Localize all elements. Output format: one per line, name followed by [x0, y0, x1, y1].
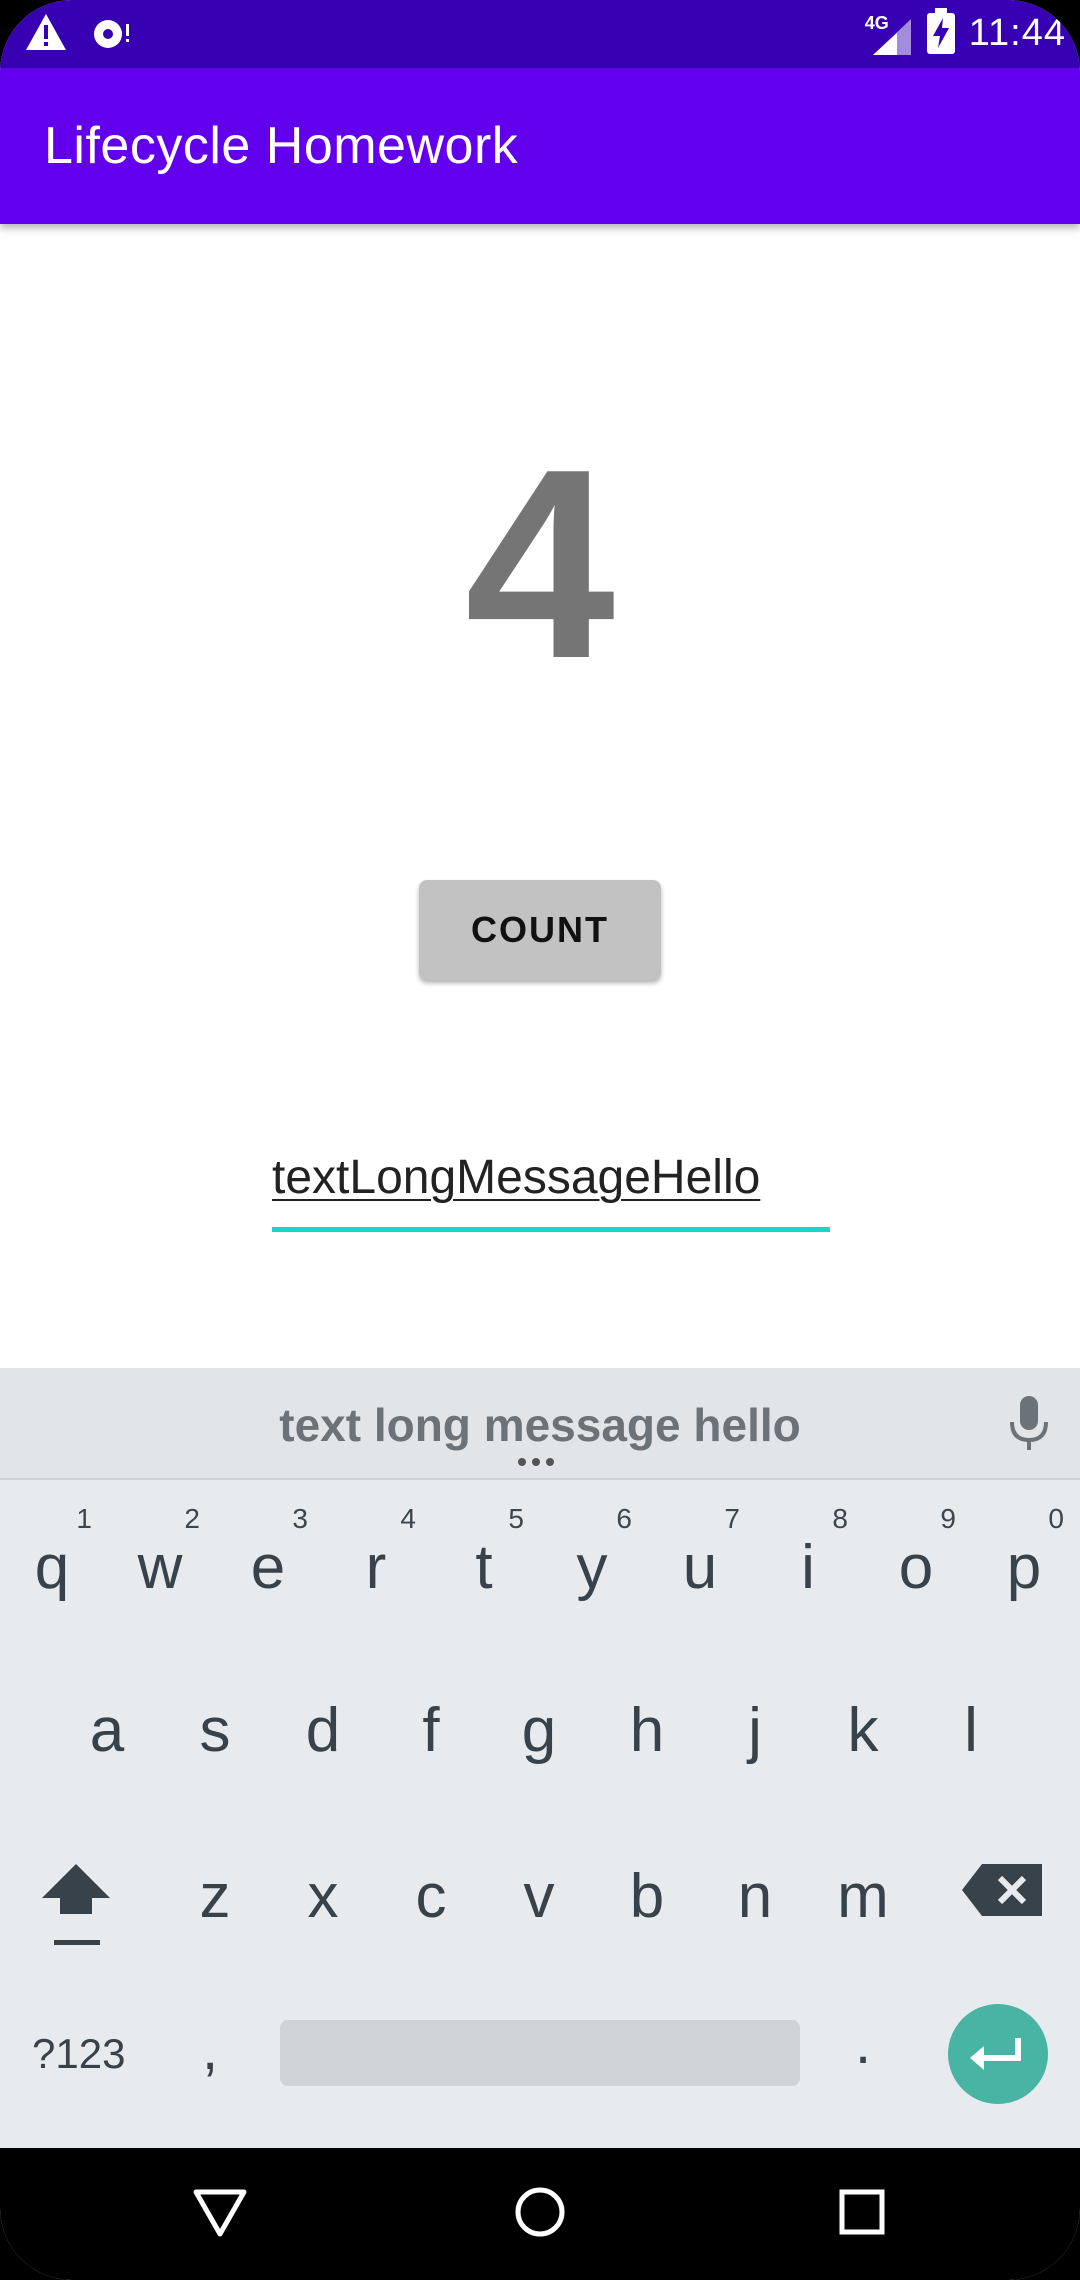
backspace-icon: [960, 1864, 1046, 1926]
counter-value: 4: [464, 414, 616, 715]
status-bar: 4G 11:44: [0, 0, 1080, 68]
key-letter: p: [1006, 1533, 1042, 1602]
key-w[interactable]: w2: [106, 1495, 214, 1645]
key-letter: t: [475, 1533, 493, 1602]
key-letter: i: [801, 1533, 815, 1602]
key-hint: 8: [832, 1503, 848, 1534]
enter-key[interactable]: [948, 2004, 1048, 2104]
key-letter: j: [748, 1696, 762, 1765]
signal-icon: 4G: [863, 11, 913, 57]
period-key[interactable]: .: [855, 2010, 871, 2077]
phone-screen: 4G 11:44 Lifecycle Homework 4 COUNT text…: [0, 0, 1080, 2280]
mic-icon[interactable]: [1006, 1394, 1052, 1459]
app-bar: Lifecycle Homework: [0, 68, 1080, 224]
comma-key[interactable]: ,: [202, 2016, 218, 2083]
key-i[interactable]: i8: [754, 1495, 862, 1645]
key-letter: g: [521, 1696, 557, 1765]
key-letter: d: [305, 1696, 341, 1765]
key-hint: 0: [1048, 1503, 1064, 1534]
suggestion-word[interactable]: text long message hello: [0, 1398, 1080, 1452]
key-g[interactable]: g: [485, 1658, 593, 1808]
back-icon[interactable]: [192, 2184, 248, 2245]
key-h[interactable]: h: [593, 1658, 701, 1808]
key-j[interactable]: j: [701, 1658, 809, 1808]
key-letter: w: [137, 1533, 183, 1602]
key-letter: l: [964, 1696, 978, 1765]
key-x[interactable]: x: [269, 1824, 377, 1974]
shift-key[interactable]: [28, 1850, 128, 1960]
symbols-key[interactable]: ?123: [32, 2030, 125, 2078]
key-letter: u: [682, 1533, 718, 1602]
key-y[interactable]: y6: [538, 1495, 646, 1645]
key-letter: n: [737, 1862, 773, 1931]
key-letter: z: [199, 1862, 231, 1931]
key-letter: r: [365, 1533, 387, 1602]
key-a[interactable]: a: [53, 1658, 161, 1808]
key-letter: y: [576, 1533, 608, 1602]
app-title: Lifecycle Homework: [44, 117, 519, 175]
key-letter: v: [523, 1862, 555, 1931]
key-n[interactable]: n: [701, 1824, 809, 1974]
key-hint: 3: [292, 1503, 308, 1534]
key-hint: 2: [184, 1503, 200, 1534]
key-q[interactable]: q1: [0, 1495, 106, 1645]
key-b[interactable]: b: [593, 1824, 701, 1974]
key-letter: k: [847, 1696, 879, 1765]
warning-icon: [24, 12, 68, 57]
key-o[interactable]: o9: [862, 1495, 970, 1645]
key-letter: s: [199, 1696, 231, 1765]
key-l[interactable]: l: [917, 1658, 1025, 1808]
key-e[interactable]: e3: [214, 1495, 322, 1645]
key-hint: 7: [724, 1503, 740, 1534]
key-letter: e: [250, 1533, 286, 1602]
key-m[interactable]: m: [809, 1824, 917, 1974]
key-u[interactable]: u7: [646, 1495, 754, 1645]
text-field-value: textLongMessageHello: [272, 1151, 761, 1204]
message-text-field[interactable]: textLongMessageHello: [272, 1150, 830, 1232]
more-suggestions-icon[interactable]: [518, 1458, 554, 1466]
key-hint: 9: [940, 1503, 956, 1534]
status-time: 11:44: [968, 12, 1066, 54]
key-t[interactable]: t5: [430, 1495, 538, 1645]
key-z[interactable]: z: [161, 1824, 269, 1974]
battery-charging-icon: [926, 8, 955, 59]
key-d[interactable]: d: [269, 1658, 377, 1808]
backspace-key[interactable]: [960, 1858, 1046, 1922]
navigation-bar: [0, 2148, 1080, 2280]
key-letter: c: [415, 1862, 447, 1931]
recents-icon[interactable]: [834, 2184, 890, 2245]
key-letter: a: [89, 1696, 125, 1765]
key-c[interactable]: c: [377, 1824, 485, 1974]
sync-disc-icon: [90, 12, 134, 57]
key-hint: 1: [76, 1503, 92, 1534]
spacebar[interactable]: [280, 2020, 800, 2086]
count-button[interactable]: COUNT: [419, 880, 661, 980]
key-letter: x: [307, 1862, 339, 1931]
key-r[interactable]: r4: [322, 1495, 430, 1645]
key-hint: 4: [400, 1503, 416, 1534]
key-k[interactable]: k: [809, 1658, 917, 1808]
key-v[interactable]: v: [485, 1824, 593, 1974]
key-letter: o: [898, 1533, 934, 1602]
shift-icon: [28, 1864, 128, 1964]
key-letter: m: [837, 1862, 889, 1931]
key-letter: b: [629, 1862, 665, 1931]
enter-icon: [948, 2038, 1048, 2108]
key-hint: 5: [508, 1503, 524, 1534]
key-letter: h: [629, 1696, 665, 1765]
key-letter: f: [422, 1696, 440, 1765]
key-p[interactable]: p0: [970, 1495, 1078, 1645]
suggestion-strip: text long message hello: [0, 1368, 1080, 1480]
key-s[interactable]: s: [161, 1658, 269, 1808]
key-letter: q: [34, 1533, 70, 1602]
key-hint: 6: [616, 1503, 632, 1534]
key-f[interactable]: f: [377, 1658, 485, 1808]
home-icon[interactable]: [512, 2184, 568, 2245]
